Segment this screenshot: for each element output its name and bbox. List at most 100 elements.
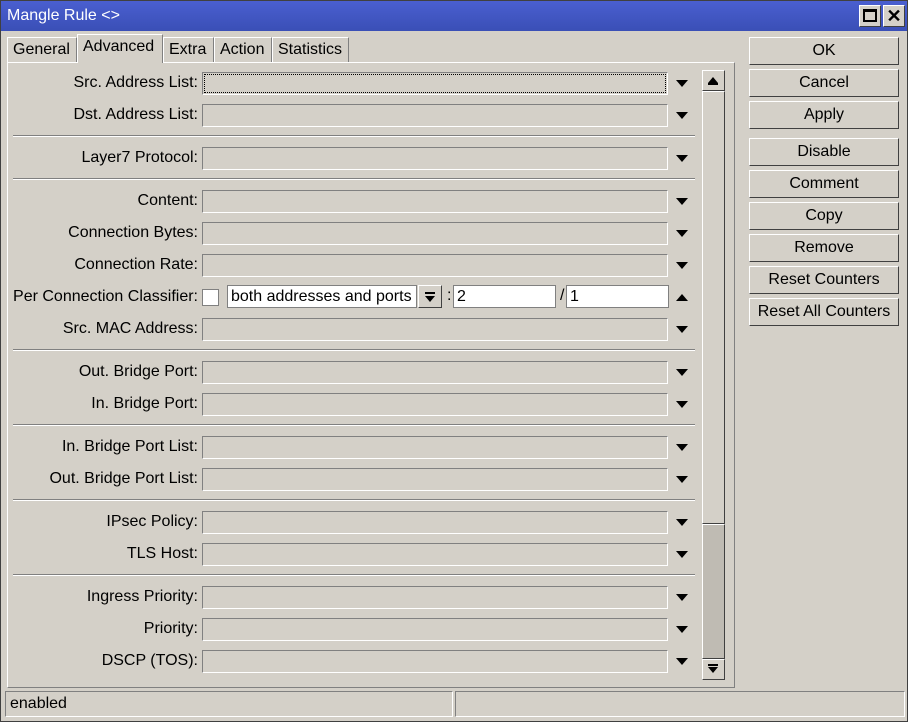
dst-address-list-field[interactable] <box>202 104 668 127</box>
out-bridge-port-list-expand[interactable] <box>674 467 690 491</box>
copy-button[interactable]: Copy <box>749 202 899 230</box>
in-bridge-port-field[interactable] <box>202 393 668 416</box>
mangle-rule-window: Mangle Rule <> ✕ General Advanced Extra … <box>0 0 908 722</box>
per-connection-classifier-checkbox[interactable] <box>202 289 219 306</box>
separator <box>13 178 695 180</box>
chevron-up-icon <box>676 294 688 301</box>
src-mac-address-expand[interactable] <box>674 317 690 341</box>
close-button[interactable]: ✕ <box>883 5 905 27</box>
chevron-down-icon <box>676 198 688 205</box>
chevron-down-icon <box>676 626 688 633</box>
out-bridge-port-field[interactable] <box>202 361 668 384</box>
in-bridge-port-expand[interactable] <box>674 392 690 416</box>
tab-advanced[interactable]: Advanced <box>77 34 163 63</box>
scroll-up-icon <box>708 77 718 85</box>
content-field[interactable] <box>202 190 668 213</box>
tls-host-field[interactable] <box>202 543 668 566</box>
in-bridge-port-label: In. Bridge Port: <box>91 395 198 412</box>
separator <box>13 574 695 576</box>
ingress-priority-field[interactable] <box>202 586 668 609</box>
pcc-slash: / <box>560 287 565 304</box>
scroll-thumb[interactable] <box>702 524 725 659</box>
out-bridge-port-list-label: Out. Bridge Port List: <box>49 470 198 487</box>
layer7-protocol-label: Layer7 Protocol: <box>81 149 198 166</box>
cancel-button[interactable]: Cancel <box>749 69 899 97</box>
priority-expand[interactable] <box>674 617 690 641</box>
title-bar[interactable]: Mangle Rule <> ✕ <box>1 1 907 31</box>
connection-bytes-expand[interactable] <box>674 221 690 245</box>
pcc-colon: : <box>447 287 452 304</box>
chevron-down-icon <box>676 401 688 408</box>
chevron-down-icon <box>676 551 688 558</box>
separator <box>13 424 695 426</box>
per-connection-classifier-collapse[interactable] <box>674 285 690 309</box>
content-label: Content: <box>137 192 198 209</box>
scroll-down-icon <box>708 664 718 673</box>
ipsec-policy-expand[interactable] <box>674 510 690 534</box>
chevron-down-icon <box>676 155 688 162</box>
chevron-down-icon <box>676 262 688 269</box>
connection-rate-label: Connection Rate: <box>74 256 198 273</box>
per-connection-classifier-label: Per Connection Classifier: <box>13 288 198 305</box>
remove-button[interactable]: Remove <box>749 234 899 262</box>
ok-button[interactable]: OK <box>749 37 899 65</box>
separator <box>13 135 695 137</box>
apply-button[interactable]: Apply <box>749 101 899 129</box>
status-secondary <box>455 691 905 717</box>
src-address-list-label: Src. Address List: <box>73 74 199 91</box>
dst-address-list-expand[interactable] <box>674 103 690 127</box>
priority-field[interactable] <box>202 618 668 641</box>
content-expand[interactable] <box>674 189 690 213</box>
reset-all-counters-button[interactable]: Reset All Counters <box>749 298 899 326</box>
chevron-down-icon <box>676 594 688 601</box>
layer7-protocol-expand[interactable] <box>674 146 690 170</box>
pcc-mode-select[interactable]: both addresses and ports <box>227 285 417 308</box>
connection-rate-expand[interactable] <box>674 253 690 277</box>
reset-counters-button[interactable]: Reset Counters <box>749 266 899 294</box>
separator <box>13 499 695 501</box>
pcc-every-field[interactable]: 2 <box>453 285 556 308</box>
priority-label: Priority: <box>143 620 198 637</box>
tls-host-expand[interactable] <box>674 542 690 566</box>
tab-action[interactable]: Action <box>214 37 272 62</box>
dropdown-arrow-icon <box>425 292 435 302</box>
ingress-priority-expand[interactable] <box>674 585 690 609</box>
in-bridge-port-list-expand[interactable] <box>674 435 690 459</box>
out-bridge-port-label: Out. Bridge Port: <box>78 363 198 380</box>
out-bridge-port-list-field[interactable] <box>202 468 668 491</box>
scroll-up-button[interactable] <box>702 70 725 91</box>
dscp-tos-expand[interactable] <box>674 649 690 673</box>
layer7-protocol-field[interactable] <box>202 147 668 170</box>
dscp-tos-field[interactable] <box>202 650 668 673</box>
src-mac-address-field[interactable] <box>202 318 668 341</box>
maximize-icon <box>863 9 877 22</box>
chevron-down-icon <box>676 230 688 237</box>
scroll-down-button[interactable] <box>702 659 725 680</box>
connection-rate-field[interactable] <box>202 254 668 277</box>
comment-button[interactable]: Comment <box>749 170 899 198</box>
ingress-priority-label: Ingress Priority: <box>86 588 198 605</box>
src-address-list-field[interactable] <box>202 72 668 95</box>
pcc-mode-dropdown-button[interactable] <box>418 285 442 308</box>
chevron-down-icon <box>676 80 688 87</box>
ipsec-policy-label: IPsec Policy: <box>106 513 198 530</box>
maximize-button[interactable] <box>859 5 881 27</box>
out-bridge-port-expand[interactable] <box>674 360 690 384</box>
chevron-down-icon <box>676 519 688 526</box>
disable-button[interactable]: Disable <box>749 138 899 166</box>
connection-bytes-field[interactable] <box>202 222 668 245</box>
vertical-scrollbar[interactable] <box>702 70 725 680</box>
pcc-offset-field[interactable]: 1 <box>566 285 669 308</box>
ipsec-policy-field[interactable] <box>202 511 668 534</box>
chevron-down-icon <box>676 112 688 119</box>
chevron-down-icon <box>676 444 688 451</box>
tab-extra[interactable]: Extra <box>163 37 214 62</box>
dscp-tos-label: DSCP (TOS): <box>101 652 198 669</box>
src-address-list-expand[interactable] <box>674 71 690 95</box>
in-bridge-port-list-field[interactable] <box>202 436 668 459</box>
tab-statistics[interactable]: Statistics <box>272 37 349 62</box>
tab-general[interactable]: General <box>7 37 77 62</box>
status-enabled: enabled <box>5 691 453 717</box>
dst-address-list-label: Dst. Address List: <box>73 106 199 123</box>
scroll-track-upper[interactable] <box>702 91 725 524</box>
